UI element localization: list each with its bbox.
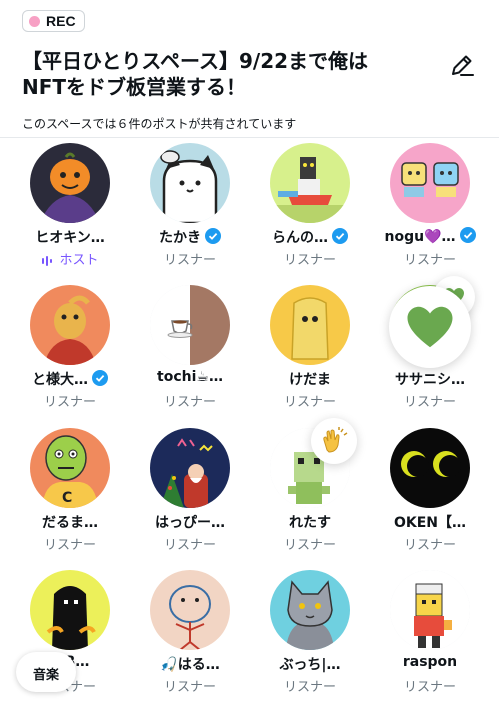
participant-role: リスナー — [283, 538, 336, 553]
participant-cell[interactable]: らんの… リスナー — [250, 143, 370, 283]
participant-cell[interactable]: raspon リスナー — [370, 570, 490, 710]
svg-text:C: C — [62, 490, 72, 506]
participant-name: ササニシ… — [395, 372, 465, 388]
avatar[interactable] — [390, 143, 470, 223]
participant-name-text: らんの… — [272, 230, 328, 246]
participant-role: リスナー — [403, 253, 456, 268]
music-button[interactable]: 音楽 — [16, 652, 76, 692]
participant-role: リスナー — [283, 680, 336, 695]
verified-badge-icon — [92, 370, 108, 386]
avatar[interactable] — [150, 285, 230, 365]
participant-cell[interactable]: ぶっち|… リスナー — [250, 570, 370, 710]
participant-name: と様大… — [10, 369, 130, 389]
participant-name: 🎣はる… — [160, 657, 220, 673]
participant-role: リスナー — [403, 680, 456, 695]
music-label: 音楽 — [32, 668, 59, 683]
participant-cell[interactable]: tochi☕… リスナー — [130, 285, 250, 425]
avatar[interactable] — [150, 143, 230, 223]
participant-role: リスナー — [283, 253, 336, 268]
participant-name: ぶっち|… — [279, 657, 341, 673]
participant-role: リスナー — [163, 395, 216, 410]
participant-role: リスナー — [163, 680, 216, 695]
avatar[interactable] — [390, 428, 470, 508]
avatar[interactable] — [30, 143, 110, 223]
participant-name-text: nogu💜… — [384, 229, 456, 245]
participant-cell[interactable]: 🎣はる… リスナー — [130, 570, 250, 710]
participant-role: リスナー — [163, 538, 216, 553]
participant-name: tochi☕… — [157, 369, 223, 385]
participant-role: リスナー — [163, 253, 216, 268]
participant-cell[interactable]: OKEN【… リスナー — [370, 428, 490, 568]
participant-cell[interactable]: けだま リスナー — [250, 285, 370, 425]
participant-name: けだま — [289, 372, 331, 388]
clapping-hands-icon — [323, 427, 348, 453]
participant-role: リスナー — [43, 395, 96, 410]
participant-name-text: たかき — [159, 230, 201, 246]
participant-cell[interactable]: はっぴー… リスナー — [130, 428, 250, 568]
avatar[interactable] — [150, 428, 230, 508]
participant-name: れたす — [289, 515, 331, 531]
verified-badge-icon — [332, 228, 348, 244]
participant-name: はっぴー… — [155, 515, 225, 531]
avatar[interactable] — [150, 570, 230, 650]
participant-role: リスナー — [283, 395, 336, 410]
participant-cell[interactable]: nogu💜… リスナー — [370, 143, 490, 283]
participant-name: だるま… — [42, 515, 98, 531]
avatar[interactable] — [270, 143, 350, 223]
avatar[interactable]: C — [30, 428, 110, 508]
host-label: ホスト — [59, 253, 99, 268]
green-heart-icon — [407, 306, 453, 348]
participant-role: リスナー — [403, 538, 456, 553]
avatar[interactable] — [270, 570, 350, 650]
avatar[interactable] — [390, 570, 470, 650]
reaction-bubble — [311, 418, 357, 464]
avatar[interactable] — [30, 570, 110, 650]
participant-name: ヒオキン… — [35, 230, 105, 246]
participant-role: リスナー — [403, 395, 456, 410]
participant-role: ホスト — [10, 249, 130, 268]
participant-name: OKEN【… — [393, 515, 467, 531]
verified-badge-icon — [459, 227, 476, 243]
participant-cell[interactable]: たかき リスナー — [130, 143, 250, 283]
participant-name: らんの… — [250, 227, 370, 247]
participant-name: nogu💜… — [370, 227, 490, 245]
reaction-bubble-large — [389, 286, 471, 368]
participant-name: たかき — [130, 227, 250, 247]
participant-cell[interactable]: と様大… リスナー — [10, 285, 130, 425]
participant-name-text: と様大… — [32, 372, 88, 388]
participant-cell[interactable]: ヒオキン… ホスト — [10, 143, 130, 283]
verified-badge-icon — [205, 228, 221, 244]
participant-cell[interactable]: C だるま… リスナー — [10, 428, 130, 568]
participant-name: raspon — [402, 654, 458, 670]
avatar[interactable] — [270, 285, 350, 365]
participant-role: リスナー — [43, 538, 96, 553]
avatar[interactable] — [30, 285, 110, 365]
host-audio-icon — [42, 255, 53, 266]
